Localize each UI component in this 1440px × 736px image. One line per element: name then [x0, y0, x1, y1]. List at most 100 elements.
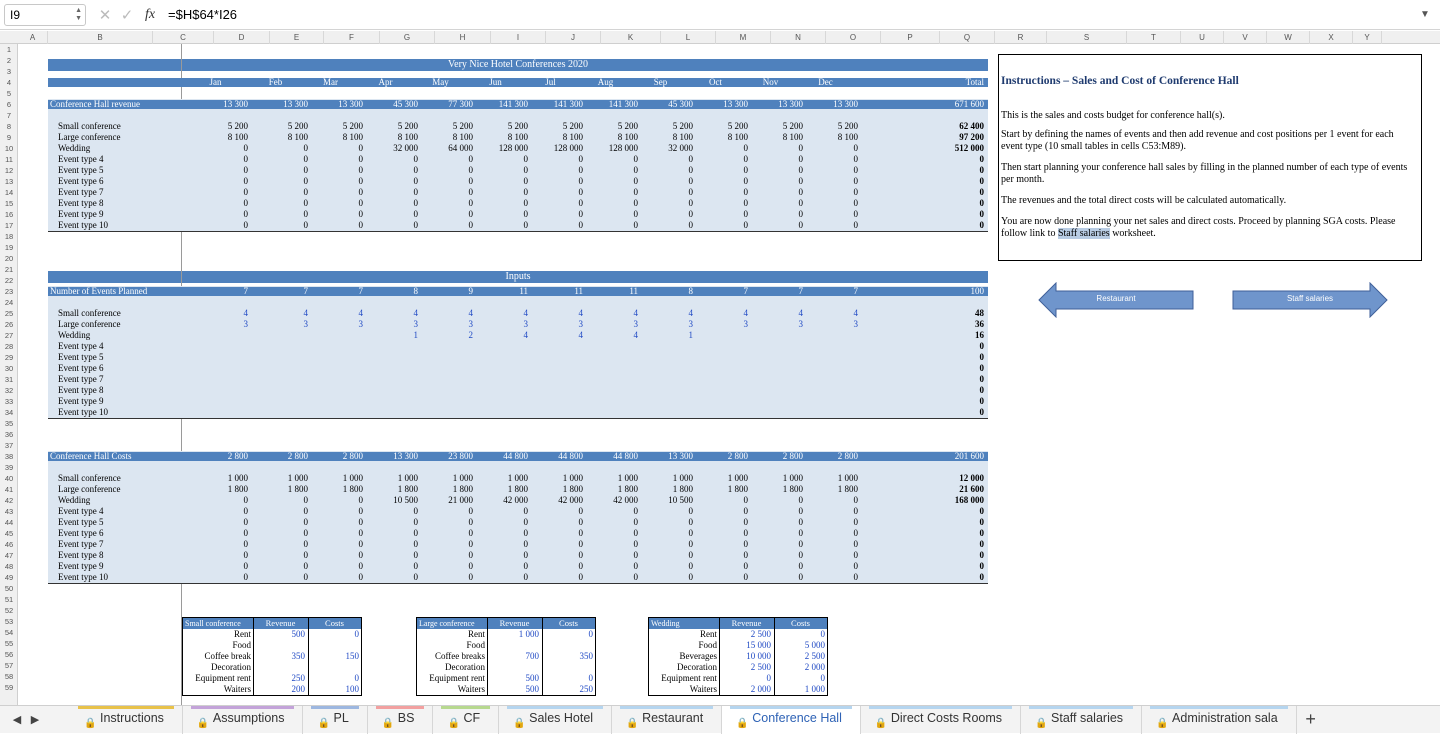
column-header[interactable]: L: [661, 31, 716, 44]
row-header[interactable]: 42: [0, 495, 18, 506]
data-cell[interactable]: 0: [188, 198, 249, 209]
data-cell[interactable]: 0: [413, 539, 474, 550]
data-cell[interactable]: 0: [248, 220, 309, 231]
section-month-total[interactable]: 141 300: [578, 99, 638, 110]
section-month-total[interactable]: 23 800: [413, 451, 473, 462]
data-cell[interactable]: 64 000: [413, 143, 473, 154]
sheet-tab[interactable]: 🔒 CF: [433, 705, 500, 734]
data-cell[interactable]: 0: [743, 528, 804, 539]
mini-cost-cell[interactable]: 2 500: [774, 651, 825, 662]
section-month-total[interactable]: 2 800: [743, 451, 803, 462]
column-header[interactable]: O: [826, 31, 881, 44]
mini-revenue-cell[interactable]: 500: [487, 684, 540, 695]
data-cell[interactable]: [358, 363, 418, 374]
section-month-total[interactable]: 13 300: [688, 99, 748, 110]
data-cell[interactable]: 0: [688, 143, 749, 154]
data-cell[interactable]: 3: [303, 319, 364, 330]
row-header[interactable]: 1: [0, 44, 18, 55]
data-cell[interactable]: 0: [633, 528, 694, 539]
data-cell[interactable]: 1 800: [523, 484, 583, 495]
data-cell[interactable]: [358, 385, 418, 396]
data-cell[interactable]: 0: [413, 506, 474, 517]
data-cell[interactable]: 0: [303, 165, 364, 176]
add-sheet-icon[interactable]: +: [1297, 709, 1325, 730]
data-cell[interactable]: 5 200: [413, 121, 473, 132]
data-cell[interactable]: [578, 396, 638, 407]
mini-revenue-cell[interactable]: [253, 640, 305, 651]
mini-cost-cell[interactable]: 0: [774, 673, 826, 684]
data-cell[interactable]: 0: [248, 209, 309, 220]
section-month-total[interactable]: 11: [523, 286, 583, 297]
column-header[interactable]: Y: [1353, 31, 1382, 44]
row-header[interactable]: 4: [0, 77, 18, 88]
data-cell[interactable]: 0: [798, 517, 859, 528]
column-header[interactable]: N: [771, 31, 826, 44]
row-header[interactable]: 23: [0, 286, 18, 297]
data-cell[interactable]: 8 100: [358, 132, 418, 143]
section-month-total[interactable]: 13 300: [358, 451, 418, 462]
data-cell[interactable]: 0: [633, 198, 694, 209]
data-cell[interactable]: 0: [523, 154, 584, 165]
data-cell[interactable]: 0: [743, 176, 804, 187]
data-cell[interactable]: 4: [358, 308, 419, 319]
data-cell[interactable]: [188, 363, 248, 374]
data-cell[interactable]: 0: [798, 143, 859, 154]
data-cell[interactable]: 0: [413, 209, 474, 220]
row-total[interactable]: 0: [924, 396, 985, 407]
data-cell[interactable]: 4: [188, 308, 249, 319]
section-month-total[interactable]: 2 800: [188, 451, 248, 462]
confirm-icon[interactable]: ✓: [116, 6, 138, 24]
data-cell[interactable]: [578, 385, 638, 396]
data-cell[interactable]: [188, 374, 248, 385]
data-cell[interactable]: 0: [188, 539, 249, 550]
data-cell[interactable]: 2: [413, 330, 474, 341]
data-cell[interactable]: [248, 374, 308, 385]
data-cell[interactable]: 0: [688, 506, 749, 517]
row-header[interactable]: 40: [0, 473, 18, 484]
data-cell[interactable]: 0: [358, 165, 419, 176]
row-header[interactable]: 34: [0, 407, 18, 418]
data-cell[interactable]: 0: [633, 154, 694, 165]
data-cell[interactable]: 1 000: [578, 473, 638, 484]
data-cell[interactable]: [688, 341, 748, 352]
data-cell[interactable]: 0: [798, 572, 859, 583]
data-cell[interactable]: 0: [523, 561, 584, 572]
row-header[interactable]: 27: [0, 330, 18, 341]
formula-input[interactable]: =$H$64*I26: [168, 7, 1420, 22]
section-month-total[interactable]: 2 800: [248, 451, 308, 462]
data-cell[interactable]: [633, 407, 693, 418]
row-header[interactable]: 10: [0, 143, 18, 154]
data-cell[interactable]: 0: [188, 506, 249, 517]
data-cell[interactable]: 0: [188, 187, 249, 198]
data-cell[interactable]: [743, 374, 803, 385]
section-month-total[interactable]: 7: [798, 286, 859, 297]
data-cell[interactable]: 0: [303, 176, 364, 187]
data-cell[interactable]: 0: [578, 550, 639, 561]
data-cell[interactable]: 0: [188, 572, 249, 583]
row-header[interactable]: 6: [0, 99, 18, 110]
data-cell[interactable]: 0: [358, 528, 419, 539]
data-cell[interactable]: [468, 407, 528, 418]
data-cell[interactable]: 0: [743, 572, 804, 583]
row-total[interactable]: 0: [924, 352, 985, 363]
row-total[interactable]: 168 000: [924, 495, 984, 506]
data-cell[interactable]: 0: [248, 176, 309, 187]
data-cell[interactable]: 0: [188, 143, 249, 154]
data-cell[interactable]: 0: [633, 539, 694, 550]
data-cell[interactable]: [633, 385, 693, 396]
data-cell[interactable]: 0: [578, 165, 639, 176]
row-total[interactable]: 36: [924, 319, 984, 330]
row-header[interactable]: 31: [0, 374, 18, 385]
data-cell[interactable]: 5 200: [688, 121, 748, 132]
sheet-tab[interactable]: 🔒 Staff salaries: [1021, 705, 1143, 734]
data-cell[interactable]: [248, 407, 308, 418]
row-header[interactable]: 8: [0, 121, 18, 132]
data-cell[interactable]: 4: [688, 308, 749, 319]
row-header[interactable]: 29: [0, 352, 18, 363]
section-month-total[interactable]: 7: [248, 286, 309, 297]
data-cell[interactable]: [468, 341, 528, 352]
row-total[interactable]: 0: [924, 550, 985, 561]
data-cell[interactable]: [303, 363, 363, 374]
data-cell[interactable]: [688, 330, 748, 341]
section-month-total[interactable]: 2 800: [303, 451, 363, 462]
